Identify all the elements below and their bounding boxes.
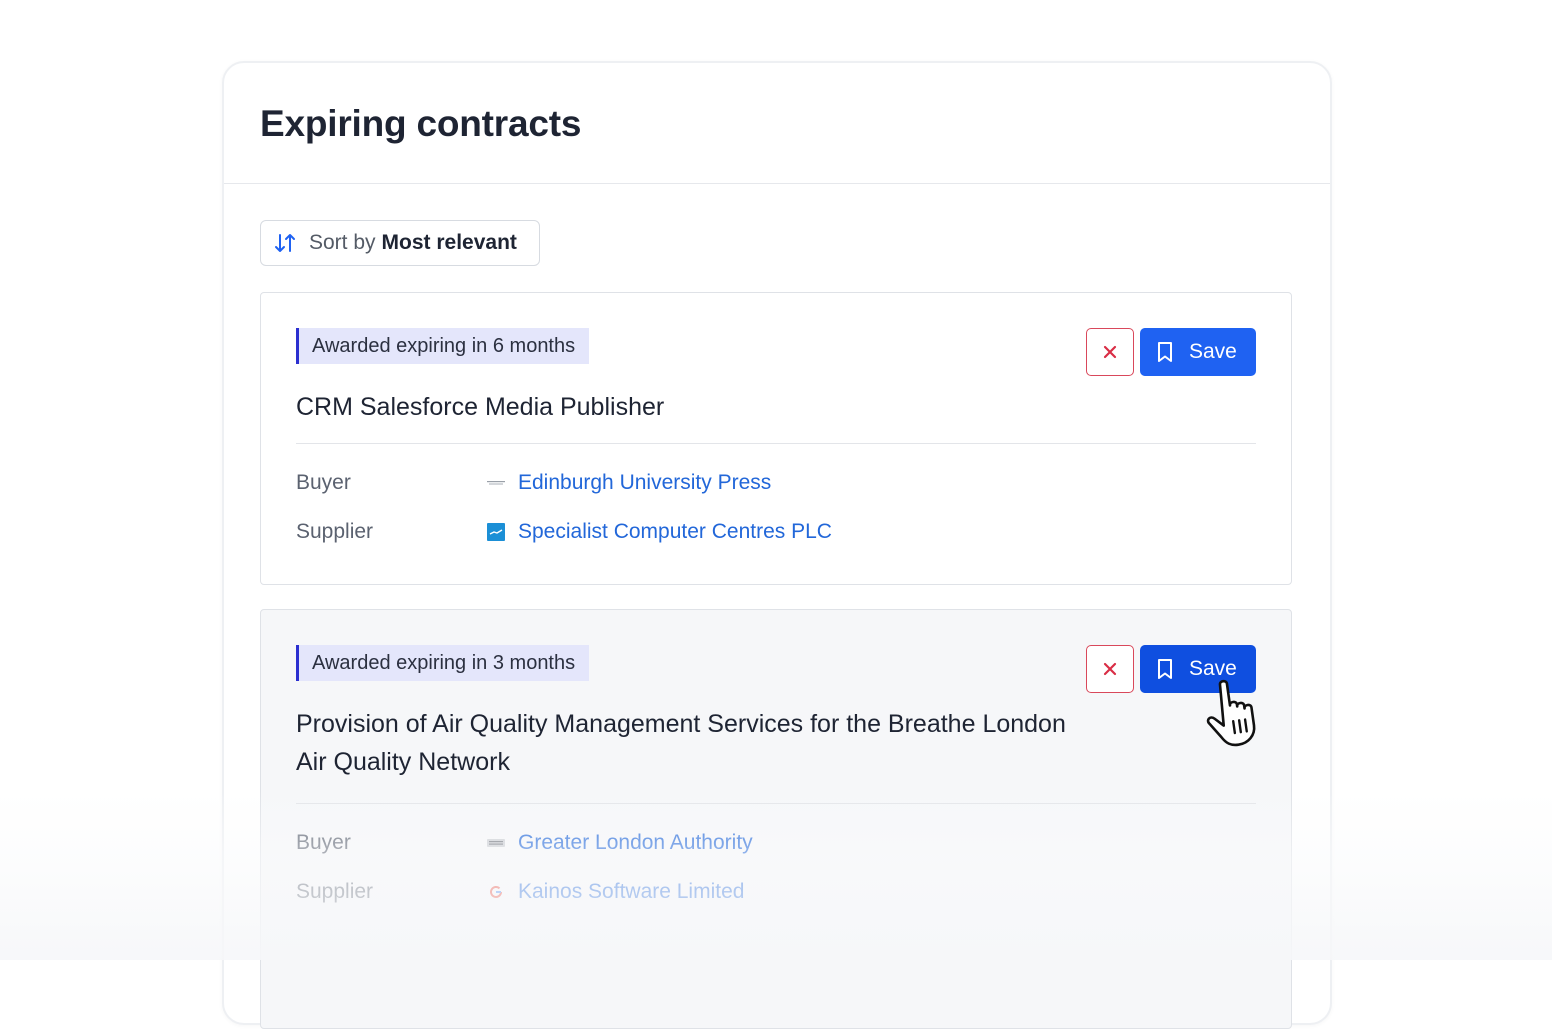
supplier-logo-icon [487,883,505,901]
close-icon [1103,345,1117,359]
card-actions: Save [1086,328,1256,376]
panel-header: Expiring contracts [224,63,1330,184]
sort-prefix: Sort by [309,231,376,254]
contract-title[interactable]: CRM Salesforce Media Publisher [296,388,664,426]
save-button[interactable]: Save [1140,328,1256,376]
supplier-label: Supplier [296,520,374,543]
save-button[interactable]: Save [1140,645,1256,693]
save-label: Save [1189,340,1237,363]
contract-title[interactable]: Provision of Air Quality Management Serv… [296,705,1076,781]
sort-value: Most relevant [381,231,517,254]
buyer-row: Buyer Edinburgh University Press [296,471,771,495]
supplier-row: Supplier Kainos Software Limited [296,880,744,904]
buyer-logo-icon [487,474,505,492]
bookmark-icon [1155,341,1175,363]
buyer-link[interactable]: Edinburgh University Press [518,471,771,495]
expiring-contracts-panel: Expiring contracts Sort by Most relevant… [222,61,1332,1029]
status-badge: Awarded expiring in 3 months [296,645,590,681]
close-icon [1103,662,1117,676]
sort-arrows-icon [273,231,297,255]
supplier-link[interactable]: Specialist Computer Centres PLC [518,520,832,544]
contract-card[interactable]: Awarded expiring in 6 months Save CRM Sa… [260,292,1292,585]
status-badge: Awarded expiring in 6 months [296,328,590,364]
bookmark-icon [1155,658,1175,680]
contract-card[interactable]: Awarded expiring in 3 months Save Provis… [260,609,1292,1029]
dismiss-button[interactable] [1086,328,1134,376]
save-label: Save [1189,657,1237,680]
buyer-label: Buyer [296,831,351,854]
divider [296,803,1256,804]
supplier-label: Supplier [296,880,374,903]
buyer-logo-icon [487,834,505,852]
buyer-link[interactable]: Greater London Authority [518,831,753,855]
buyer-label: Buyer [296,471,351,494]
buyer-row: Buyer Greater London Authority [296,831,753,855]
card-actions: Save [1086,645,1256,693]
supplier-row: Supplier Specialist Computer Centres PLC [296,520,832,544]
sort-button[interactable]: Sort by Most relevant [260,220,540,266]
supplier-link[interactable]: Kainos Software Limited [518,880,744,904]
divider [296,443,1256,444]
dismiss-button[interactable] [1086,645,1134,693]
page-title: Expiring contracts [260,103,582,144]
supplier-logo-icon [487,523,505,541]
